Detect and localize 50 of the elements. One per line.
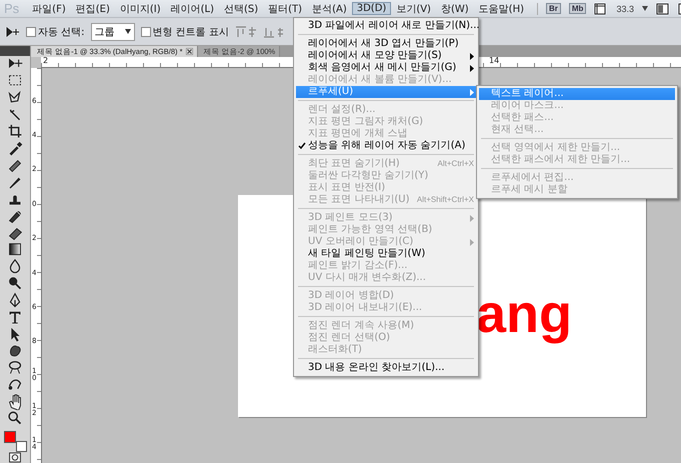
dodge-tool-icon[interactable]	[6, 275, 24, 292]
caret-icon	[124, 29, 131, 34]
caret-icon[interactable]	[642, 6, 648, 11]
menu-item[interactable]: 레이어에서 새 모양 만들기(S)	[296, 50, 476, 62]
menu-bar-item[interactable]: 필터(T)	[263, 0, 308, 16]
zoom-tool-icon[interactable]	[6, 410, 24, 426]
orbit-tool-icon[interactable]	[6, 359, 24, 376]
menu-bar-item[interactable]: 편집(E)	[70, 0, 115, 16]
menu-item[interactable]: 3D 내용 온라인 찾아보기(L)...	[296, 362, 476, 374]
quick-mask-icon[interactable]	[8, 452, 22, 463]
check-icon	[298, 142, 306, 150]
menu-item[interactable]: 회색 음영에서 새 메시 만들기(G)	[296, 62, 476, 74]
background-color-swatch[interactable]	[16, 440, 27, 452]
menu-bar-item[interactable]: 선택(S)	[219, 0, 264, 16]
canvas-text: ang	[476, 287, 572, 341]
menu-item[interactable]: 새 타일 페인팅 만들기(W)	[296, 248, 476, 260]
ruler-label: 14	[489, 56, 500, 65]
menu-item[interactable]: 3D 파일에서 레이어 새로 만들기(N)...	[296, 20, 476, 32]
arrange-documents-icon[interactable]	[656, 2, 670, 14]
checkbox-label: 변형 컨트롤 표시	[152, 26, 229, 38]
menu-item[interactable]: 텍스트 레이어...	[479, 88, 675, 100]
menu-bar-item[interactable]: 창(W)	[436, 0, 474, 16]
zoom-level[interactable]: 33.3	[616, 4, 634, 14]
foreground-color-swatch[interactable]	[4, 430, 16, 443]
menu-bar-item[interactable]: 보기(V)	[391, 0, 436, 16]
app-logo: Ps	[3, 1, 20, 16]
close-icon[interactable]	[186, 48, 192, 55]
gradient-tool-icon[interactable]	[6, 241, 24, 258]
panel-header	[0, 46, 30, 56]
mini-bridge-button[interactable]: Mb	[568, 3, 586, 14]
bandage-tool-icon[interactable]	[6, 157, 24, 174]
menu-bar-item[interactable]: 3D(D)	[352, 2, 392, 15]
ruler-label: 2	[43, 56, 48, 65]
menu-item[interactable]: 르푸세(U)	[296, 86, 476, 98]
hand-tool-icon[interactable]	[6, 393, 24, 410]
menu-bar-item[interactable]: 이미지(I)	[114, 0, 166, 16]
checkbox[interactable]	[26, 26, 36, 36]
menu-item[interactable]: 레이어에서 새 3D 엽서 만들기(P)	[296, 38, 476, 50]
auto-select-dropdown[interactable]: 그룹	[90, 22, 135, 40]
view-extras-icon[interactable]	[594, 2, 608, 14]
crop-tool-icon[interactable]	[6, 123, 24, 140]
move-tool-icon[interactable]	[6, 26, 20, 38]
menu-bar-item[interactable]: 분석(A)	[307, 0, 352, 16]
menu-bar-item[interactable]: 레이어(L)	[166, 0, 219, 16]
checkbox-label: 자동 선택:	[38, 26, 85, 38]
menu-item[interactable]: 성능을 위해 레이어 자동 숨기기(A)	[296, 140, 476, 152]
menu-bar-item[interactable]: 파일(F)	[27, 0, 71, 16]
checkbox[interactable]	[140, 26, 151, 36]
menu-bar-item[interactable]: 도움말(H)	[474, 0, 529, 16]
bridge-button[interactable]: Br	[546, 3, 561, 14]
